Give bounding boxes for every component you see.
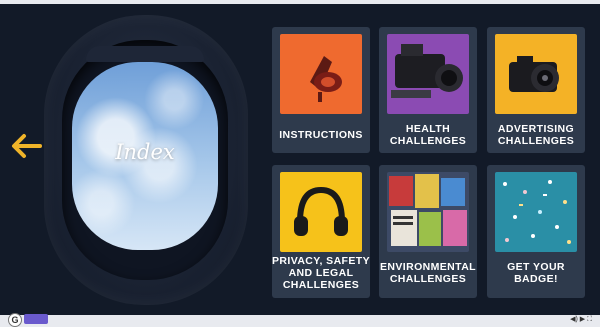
card-health-challenges[interactable]: HEALTH CHALLENGES <box>379 27 477 153</box>
stage: Index INSTRUCTIONS HEALTH CHALLENGES ADV… <box>0 0 600 327</box>
card-get-your-badge[interactable]: GET YOUR BADGE! <box>487 165 585 298</box>
card-label: GET YOUR BADGE! <box>507 261 565 285</box>
card-label: ENVIRONMENTAL CHALLENGES <box>379 261 476 285</box>
player-controls: ◀) ▶ ⛶ <box>570 315 592 324</box>
card-advertising-challenges[interactable]: ADVERTISING CHALLENGES <box>487 27 585 153</box>
camera-icon <box>391 44 463 98</box>
headphones-icon <box>294 186 348 236</box>
card-label: HEALTH CHALLENGES <box>389 123 467 147</box>
brand-logo: G <box>8 313 22 327</box>
card-environmental-challenges[interactable]: ENVIRONMENTAL CHALLENGES <box>379 165 477 298</box>
card-label: INSTRUCTIONS <box>279 129 363 141</box>
top-bar <box>0 0 600 4</box>
privacy-thumbnail <box>280 172 362 252</box>
card-label: PRIVACY, SAFETY AND LEGAL CHALLENGES <box>272 255 370 291</box>
camera-icon <box>509 56 559 92</box>
player-fullscreen-icon[interactable]: ⛶ <box>587 316 592 323</box>
card-label: ADVERTISING CHALLENGES <box>497 123 575 147</box>
environmental-thumbnail <box>387 172 469 252</box>
badge-thumbnail <box>495 172 577 252</box>
advertising-thumbnail <box>495 34 577 114</box>
player-volume-icon[interactable]: ◀) <box>570 316 578 323</box>
index-title: Index <box>115 140 175 164</box>
card-privacy-safety-legal[interactable]: PRIVACY, SAFETY AND LEGAL CHALLENGES <box>272 165 370 298</box>
arrow-left-icon[interactable] <box>10 132 42 160</box>
megaphone-icon <box>310 56 342 102</box>
player-play-icon[interactable]: ▶ <box>580 316 585 323</box>
window-shade <box>86 46 204 62</box>
brand-tag <box>24 314 48 324</box>
card-instructions[interactable]: INSTRUCTIONS <box>272 27 370 153</box>
health-thumbnail <box>387 34 469 114</box>
newspaper-icon <box>389 174 467 246</box>
player-bar <box>0 315 600 327</box>
instructions-thumbnail <box>280 34 362 114</box>
confetti-icon <box>503 180 571 244</box>
